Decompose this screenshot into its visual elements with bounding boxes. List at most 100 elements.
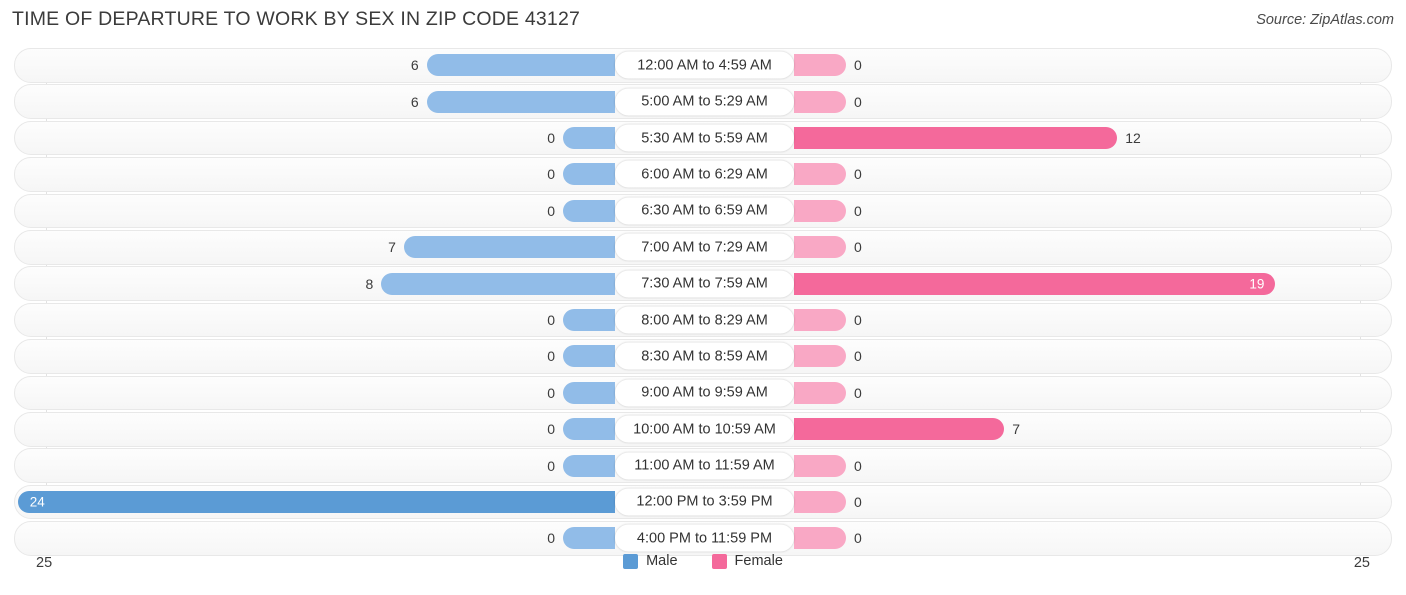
female-bar[interactable] bbox=[794, 163, 846, 186]
bar-row: 0 0 11:00 AM to 11:59 AM bbox=[14, 448, 1392, 483]
female-bar[interactable] bbox=[794, 527, 846, 550]
bar-row-inner: 8 19 7:30 AM to 7:59 AM bbox=[15, 267, 1391, 300]
female-bar[interactable] bbox=[794, 127, 1118, 150]
male-value-label: 6 bbox=[410, 93, 419, 110]
bar-row: 24 0 12:00 PM to 3:59 PM bbox=[14, 484, 1392, 520]
male-bar[interactable] bbox=[563, 199, 615, 222]
bar-row-inner: 0 0 9:00 AM to 9:59 AM bbox=[15, 377, 1391, 410]
female-value-label: 0 bbox=[854, 530, 862, 547]
bar-row-inner: 0 0 8:30 AM to 8:59 AM bbox=[15, 340, 1391, 373]
male-color-swatch-icon bbox=[623, 553, 639, 569]
female-bar[interactable] bbox=[794, 199, 846, 222]
bar-row-inner: 0 12 5:30 AM to 5:59 AM bbox=[15, 122, 1391, 155]
bar-row: 0 0 6:30 AM to 6:59 AM bbox=[14, 193, 1392, 229]
male-value-label: 0 bbox=[547, 166, 555, 183]
category-label-pill: 6:30 AM to 6:59 AM bbox=[615, 197, 794, 225]
bar-row-inner: 0 0 11:00 AM to 11:59 AM bbox=[15, 449, 1391, 482]
legend-item-male[interactable]: Male bbox=[623, 553, 678, 569]
bar-row: 0 0 8:30 AM to 8:59 AM bbox=[14, 339, 1392, 374]
female-bar[interactable] bbox=[794, 309, 846, 332]
legend-label-female: Female bbox=[734, 553, 783, 569]
male-bar[interactable] bbox=[563, 381, 615, 404]
category-label-pill: 6:00 AM to 6:29 AM bbox=[615, 160, 794, 188]
bar-rows-container: 6 0 12:00 AM to 4:59 AM 6 0 5:00 AM to 5:29 A… bbox=[0, 48, 1406, 556]
bar-row-inner: 0 0 6:30 AM to 6:59 AM bbox=[15, 195, 1391, 228]
female-bar[interactable] bbox=[794, 236, 846, 259]
female-bar[interactable] bbox=[794, 490, 846, 513]
male-bar[interactable] bbox=[426, 54, 615, 77]
female-value-label: 7 bbox=[1012, 421, 1020, 438]
category-label-pill: 10:00 AM to 10:59 AM bbox=[615, 415, 794, 443]
male-bar[interactable] bbox=[381, 272, 615, 295]
bar-row-inner: 6 0 5:00 AM to 5:29 AM bbox=[15, 85, 1391, 118]
female-bar[interactable] bbox=[794, 418, 1005, 441]
bar-row: 0 7 10:00 AM to 10:59 AM bbox=[14, 411, 1392, 447]
bar-row-inner: 24 0 12:00 PM to 3:59 PM bbox=[15, 486, 1391, 519]
bar-row-inner: 0 0 8:00 AM to 8:29 AM bbox=[15, 304, 1391, 337]
bar-row: 0 0 9:00 AM to 9:59 AM bbox=[14, 375, 1392, 411]
bar-row: 0 0 8:00 AM to 8:29 AM bbox=[14, 302, 1392, 338]
category-label-pill: 9:00 AM to 9:59 AM bbox=[615, 379, 794, 407]
female-value-label: 12 bbox=[1125, 130, 1141, 147]
female-value-label: 0 bbox=[854, 239, 862, 256]
category-label-pill: 5:00 AM to 5:29 AM bbox=[615, 88, 794, 116]
bar-row-inner: 0 7 10:00 AM to 10:59 AM bbox=[15, 413, 1391, 446]
male-value-label: 0 bbox=[547, 312, 555, 329]
chart-footer: 25 25 Male Female bbox=[0, 553, 1406, 581]
legend-item-female[interactable]: Female bbox=[711, 553, 783, 569]
bar-row: 6 0 12:00 AM to 4:59 AM bbox=[14, 48, 1392, 83]
category-label-pill: 7:30 AM to 7:59 AM bbox=[615, 270, 794, 298]
plot-area: 6 0 12:00 AM to 4:59 AM 6 0 5:00 AM to 5:29 A… bbox=[0, 48, 1406, 556]
category-label-pill: 8:30 AM to 8:59 AM bbox=[615, 342, 794, 370]
female-bar[interactable] bbox=[794, 454, 846, 477]
category-label-pill: 11:00 AM to 11:59 AM bbox=[615, 452, 794, 480]
male-bar[interactable] bbox=[563, 127, 615, 150]
source-attribution: Source: ZipAtlas.com bbox=[1256, 12, 1394, 28]
female-bar[interactable] bbox=[794, 345, 846, 368]
male-value-label: 24 bbox=[29, 494, 45, 510]
female-value-label: 0 bbox=[854, 93, 862, 110]
male-bar[interactable] bbox=[563, 527, 615, 550]
bar-row-inner: 7 0 7:00 AM to 7:29 AM bbox=[15, 231, 1391, 264]
female-color-swatch-icon bbox=[711, 553, 727, 569]
male-value-label: 0 bbox=[547, 457, 555, 474]
female-value-label: 0 bbox=[854, 202, 862, 219]
category-label-pill: 8:00 AM to 8:29 AM bbox=[615, 306, 794, 334]
male-bar[interactable] bbox=[563, 454, 615, 477]
male-value-label: 0 bbox=[547, 421, 555, 438]
female-value-label: 0 bbox=[854, 166, 862, 183]
category-label-pill: 7:00 AM to 7:29 AM bbox=[615, 233, 794, 261]
category-label-pill: 5:30 AM to 5:59 AM bbox=[615, 124, 794, 152]
female-bar[interactable] bbox=[794, 272, 1276, 295]
bar-row: 7 0 7:00 AM to 7:29 AM bbox=[14, 229, 1392, 265]
bar-row-inner: 0 0 6:00 AM to 6:29 AM bbox=[15, 158, 1391, 191]
category-label-pill: 4:00 PM to 11:59 PM bbox=[615, 524, 794, 552]
female-bar[interactable] bbox=[794, 90, 846, 113]
female-value-label: 0 bbox=[854, 457, 862, 474]
bar-row: 0 0 6:00 AM to 6:29 AM bbox=[14, 157, 1392, 192]
male-value-label: 0 bbox=[547, 202, 555, 219]
male-value-label: 0 bbox=[547, 530, 555, 547]
bar-row: 8 19 7:30 AM to 7:59 AM bbox=[14, 266, 1392, 301]
male-bar[interactable] bbox=[403, 236, 615, 259]
male-value-label: 0 bbox=[547, 384, 555, 401]
female-bar[interactable] bbox=[794, 54, 846, 77]
male-bar[interactable] bbox=[17, 490, 615, 513]
female-bar[interactable] bbox=[794, 381, 846, 404]
bar-row: 6 0 5:00 AM to 5:29 AM bbox=[14, 84, 1392, 119]
bar-row-inner: 0 0 4:00 PM to 11:59 PM bbox=[15, 522, 1391, 555]
male-bar[interactable] bbox=[563, 163, 615, 186]
male-value-label: 8 bbox=[365, 275, 374, 292]
legend-label-male: Male bbox=[646, 553, 678, 569]
male-bar[interactable] bbox=[426, 90, 615, 113]
female-value-label: 0 bbox=[854, 384, 862, 401]
female-value-label: 0 bbox=[854, 493, 862, 510]
bar-row-inner: 6 0 12:00 AM to 4:59 AM bbox=[15, 49, 1391, 82]
male-bar[interactable] bbox=[563, 345, 615, 368]
chart-root: TIME OF DEPARTURE TO WORK BY SEX IN ZIP … bbox=[0, 0, 1406, 595]
male-bar[interactable] bbox=[563, 418, 615, 441]
female-value-label: 0 bbox=[854, 348, 862, 365]
male-value-label: 0 bbox=[547, 348, 555, 365]
male-bar[interactable] bbox=[563, 309, 615, 332]
male-value-label: 7 bbox=[388, 239, 396, 256]
